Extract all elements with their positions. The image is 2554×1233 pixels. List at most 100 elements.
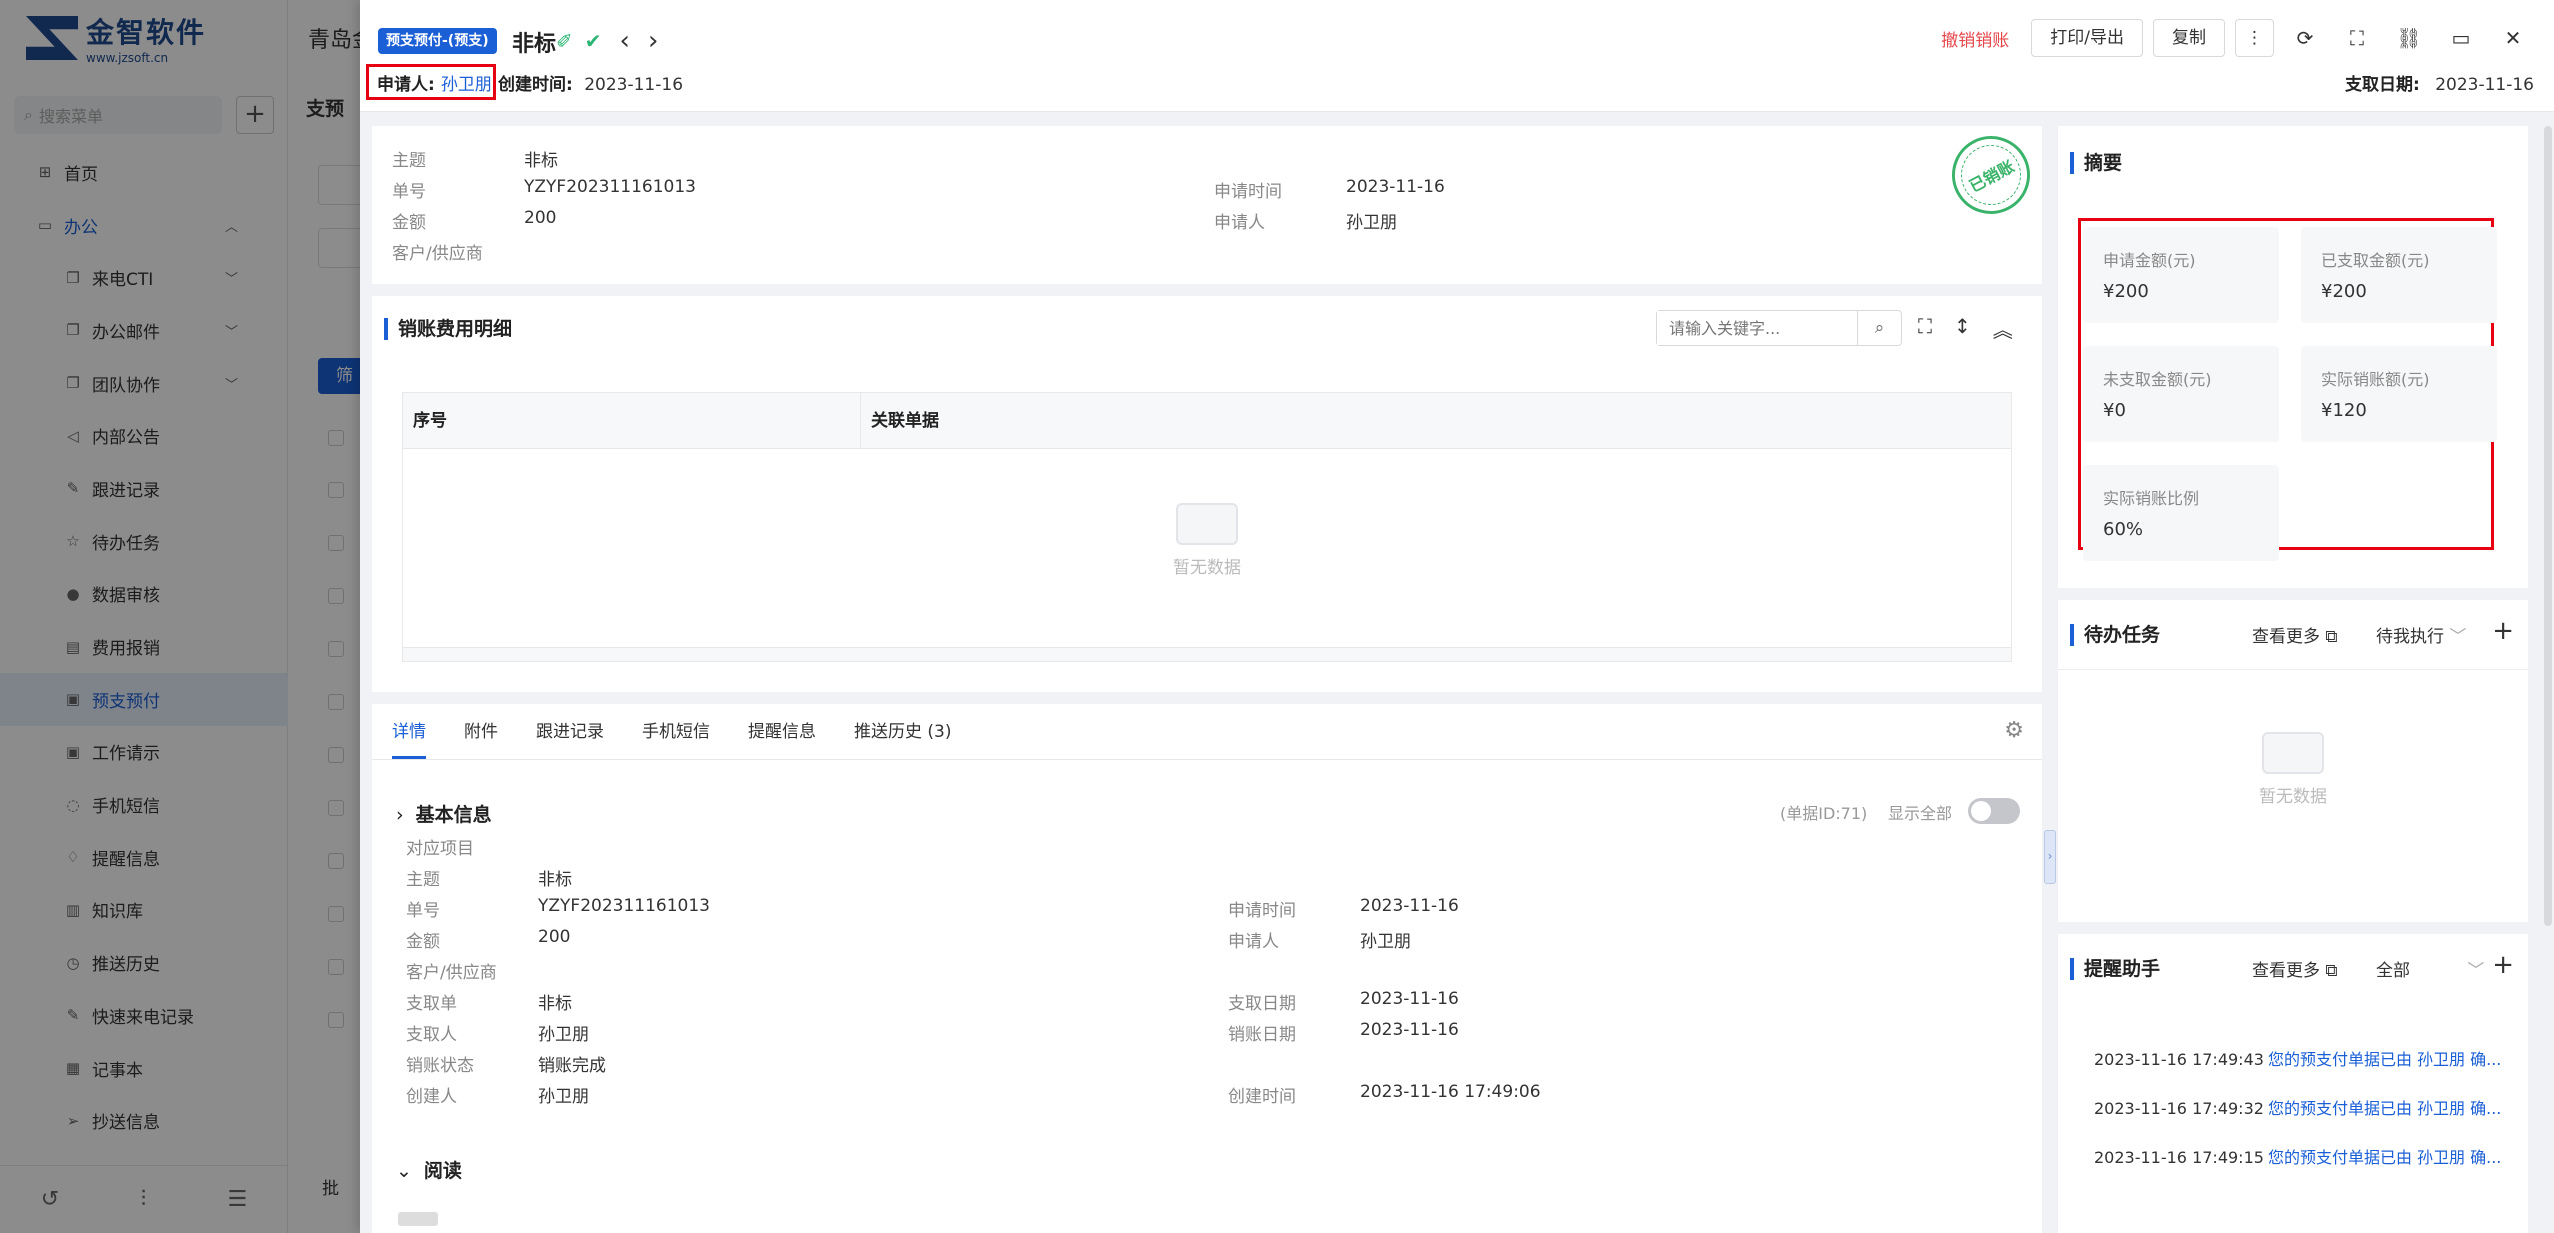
detail-drawer: 预支预付-(预支) 非标 ✐ ✔ ‹ › 申请人: 孙卫朋 创建时间: 2023… [360, 0, 2554, 1233]
applicant-label: 申请人: [377, 74, 435, 95]
overlay-mask[interactable] [0, 0, 360, 1233]
reminder-item[interactable]: 2023-11-16 17:49:15 您的预支付单据已由 孙卫朋 确... [2094, 1144, 2514, 1168]
stat-value: 60% [2103, 519, 2144, 540]
field-value: 2023-11-16 [1360, 896, 1459, 916]
record-type-tag: 预支预付-(预支) [378, 28, 497, 54]
print-export-button[interactable]: 打印/导出 [2031, 19, 2143, 57]
window-icon[interactable]: ▭ [2440, 19, 2482, 57]
chevron-down-icon: ﹀ [2467, 961, 2485, 981]
link-icon[interactable]: ⛓ [2388, 19, 2430, 57]
tabs-card: 详情 附件 跟进记录 手机短信 提醒信息 推送历史 (3) ⚙ › 基本信息 (单… [372, 704, 2042, 1233]
table-scrollbar[interactable] [403, 647, 2011, 661]
column-header-index: 序号 [403, 393, 861, 448]
field-value: YZYF202311161013 [524, 177, 696, 197]
written-off-stamp: 已销账 [1938, 122, 2044, 228]
view-more-link[interactable]: 查看更多 ⧉ [2252, 956, 2338, 981]
keyword-search: ⌕ [1656, 310, 1902, 346]
close-icon[interactable]: ✕ [2492, 19, 2534, 57]
tab-attachments[interactable]: 附件 [464, 704, 498, 759]
refresh-icon[interactable]: ⟳ [2284, 19, 2326, 57]
more-icon[interactable]: ⋮ [2235, 19, 2274, 57]
read-title: 阅读 [423, 1160, 462, 1182]
view-more-label: 查看更多 [2252, 627, 2320, 647]
add-reminder-icon[interactable]: + [2492, 950, 2514, 980]
next-icon[interactable]: › [648, 26, 658, 56]
show-all-label: 显示全部 [1888, 804, 1953, 823]
row-height-icon[interactable]: ↕ [1954, 314, 1971, 343]
tab-sms[interactable]: 手机短信 [642, 704, 710, 759]
pay-date: 支取日期: 2023-11-16 [2345, 70, 2534, 95]
tab-reminders[interactable]: 提醒信息 [748, 704, 816, 759]
doc-id: (单据ID:71) [1780, 804, 1868, 823]
add-task-icon[interactable]: + [2492, 616, 2514, 646]
field-label: 主题 [392, 151, 426, 171]
reminder-time: 2023-11-16 17:49:15 [2094, 1148, 2264, 1167]
stat-requested: 申请金额(元) ¥200 [2083, 227, 2279, 323]
reminder-item[interactable]: 2023-11-16 17:49:32 您的预支付单据已由 孙卫朋 确... [2094, 1095, 2514, 1119]
field-label: 申请人 [1214, 213, 1265, 233]
keyword-search-input[interactable] [1657, 311, 1857, 345]
reminder-message: 您的预支付单据已由 孙卫朋 确... [2267, 1148, 2502, 1167]
field-label: 金额 [392, 213, 426, 233]
stat-paid: 已支取金额(元) ¥200 [2301, 227, 2497, 323]
applicant-link[interactable]: 孙卫朋 [441, 70, 492, 95]
header-actions: 撤销销账 打印/导出 复制 ⋮ ⟳ ⛶ ⛓ ▭ ✕ [1941, 18, 2554, 58]
column-header-related: 关联单据 [871, 411, 939, 431]
previous-icon[interactable]: ‹ [620, 26, 630, 56]
todo-card: 待办任务 查看更多 ⧉ 待我执行 ﹀ + 暂无数据 [2058, 600, 2528, 922]
fullscreen-icon[interactable]: ⛶ [2336, 19, 2378, 57]
stat-label: 已支取金额(元) [2321, 251, 2430, 270]
section-title: 销账费用明细 [384, 318, 512, 340]
field-label: 客户/供应商 [392, 244, 483, 264]
field-value: 孙卫朋 [1346, 213, 1397, 233]
todo-filter-select[interactable]: 待我执行 ﹀ [2376, 622, 2466, 647]
reminder-item[interactable]: 2023-11-16 17:49:43 您的预支付单据已由 孙卫朋 确... [2094, 1046, 2514, 1070]
stat-value: ¥200 [2103, 281, 2149, 302]
field-label: 申请时间 [1228, 901, 1296, 921]
reminder-time: 2023-11-16 17:49:32 [2094, 1099, 2264, 1118]
field-value: 2023-11-16 [1360, 1020, 1459, 1040]
edit-icon[interactable]: ✐ [556, 29, 573, 53]
section-title: 摘要 [2070, 152, 2122, 174]
reminder-message: 您的预支付单据已由 孙卫朋 确... [2267, 1099, 2502, 1118]
show-all-toggle[interactable] [1968, 798, 2020, 824]
basic-info-toggle[interactable]: › 基本信息 [396, 800, 492, 827]
field-label: 主题 [406, 870, 440, 890]
undo-writeoff-link[interactable]: 撤销销账 [1941, 26, 2009, 51]
pay-bill-link[interactable]: 非标 [538, 989, 572, 1014]
stat-writeoff-ratio: 实际销账比例 60% [2083, 465, 2279, 561]
stat-actual-writeoff: 实际销账额(元) ¥120 [2301, 346, 2497, 442]
pay-date-value: 2023-11-16 [2435, 75, 2534, 95]
collapse-panel-handle[interactable]: › [2044, 830, 2056, 884]
search-icon[interactable]: ⌕ [1857, 311, 1901, 345]
empty-box-icon [1176, 503, 1238, 545]
chevron-down-icon: ﹀ [2449, 627, 2467, 647]
reminder-message: 您的预支付单据已由 孙卫朋 确... [2267, 1050, 2502, 1069]
view-more-link[interactable]: 查看更多 ⧉ [2252, 622, 2338, 647]
fullscreen-icon[interactable]: ⛶ [1918, 314, 1932, 343]
reminder-filter-select[interactable]: 全部 ﹀ [2376, 956, 2484, 981]
reminder-time: 2023-11-16 17:49:43 [2094, 1050, 2264, 1069]
gear-icon[interactable]: ⚙ [2004, 718, 2024, 743]
copy-button[interactable]: 复制 [2153, 19, 2225, 57]
stat-value: ¥200 [2321, 281, 2367, 302]
drawer-scrollbar[interactable] [2544, 126, 2552, 926]
field-value: 孙卫朋 [1360, 932, 1411, 952]
created-time: 创建时间: 2023-11-16 [498, 70, 683, 95]
field-label: 单号 [406, 901, 440, 921]
field-label: 支取日期 [1228, 994, 1296, 1014]
tab-details[interactable]: 详情 [392, 704, 426, 759]
section-title: 提醒助手 [2070, 958, 2160, 980]
check-icon[interactable]: ✔ [585, 29, 602, 53]
stat-label: 实际销账比例 [2103, 489, 2200, 508]
field-value: 2023-11-16 17:49:06 [1360, 1082, 1541, 1102]
tab-push-history[interactable]: 推送历史 (3) [854, 704, 951, 759]
tab-followup[interactable]: 跟进记录 [536, 704, 604, 759]
stat-label: 实际销账额(元) [2321, 370, 2430, 389]
read-toggle[interactable]: ⌄ 阅读 [396, 1156, 462, 1183]
stat-label: 未支取金额(元) [2103, 370, 2212, 389]
reminder-card: 提醒助手 查看更多 ⧉ 全部 ﹀ + 2023-11-16 17:49:43 您的… [2058, 934, 2528, 1233]
collapse-up-icon[interactable]: ︽ [1993, 314, 2013, 343]
field-value: 孙卫朋 [538, 1087, 589, 1107]
read-avatar [398, 1212, 438, 1226]
